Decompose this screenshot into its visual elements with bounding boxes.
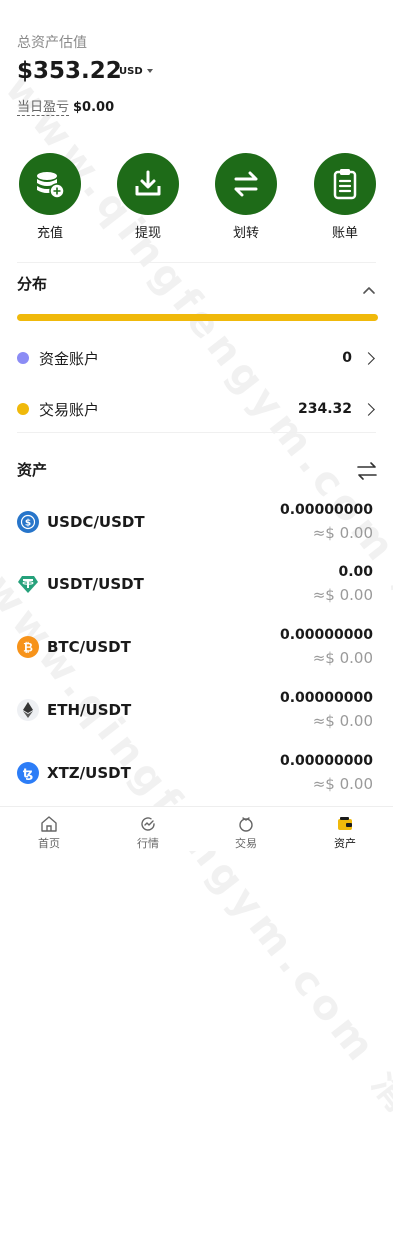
download-tray-icon: [117, 153, 179, 215]
usdt-icon: [17, 573, 39, 595]
account-name: 交易账户: [39, 400, 100, 419]
asset-row-usdt[interactable]: USDT/USDT 0.00 ≈$ 0.00: [17, 564, 375, 608]
asset-amount: 0.00000000: [280, 690, 373, 706]
tab-label: 交易: [235, 837, 257, 850]
tab-markets[interactable]: 行情: [118, 815, 178, 851]
tab-label: 资产: [334, 837, 356, 850]
collapse-toggle[interactable]: [362, 280, 376, 299]
funding-account-row[interactable]: 资金账户 0: [17, 347, 377, 369]
account-name: 资金账户: [39, 349, 100, 368]
total-assets-label: 总资产估值: [17, 35, 87, 51]
asset-pair: ETH/USDT: [47, 701, 132, 719]
svg-text:₿: ₿: [23, 641, 33, 655]
tab-label: 首页: [38, 837, 60, 850]
clipboard-icon: [314, 153, 376, 215]
asset-usd-value: ≈$ 0.00: [312, 586, 373, 604]
asset-usd-value: ≈$ 0.00: [312, 712, 373, 730]
swap-arrows-icon: [357, 462, 377, 480]
tab-label: 行情: [137, 837, 159, 850]
eth-icon: [17, 699, 39, 721]
usdc-icon: $: [17, 511, 39, 533]
asset-pair: USDC/USDT: [47, 513, 145, 531]
withdraw-button[interactable]: 提现: [117, 153, 179, 241]
chevron-up-icon: [363, 287, 375, 294]
asset-amount: 0.00000000: [280, 753, 373, 769]
home-icon: [41, 816, 57, 832]
wallet-icon: [338, 817, 352, 830]
asset-usd-value: ≈$ 0.00: [312, 649, 373, 667]
trade-icon: [239, 817, 253, 832]
daily-pnl-value: $0.00: [73, 100, 115, 115]
svg-text:ꜩ: ꜩ: [23, 767, 33, 781]
asset-pair: BTC/USDT: [47, 638, 131, 656]
account-value: 234.32: [297, 401, 352, 417]
chevron-right-icon: [362, 351, 375, 365]
legend-dot: [17, 403, 29, 415]
asset-pair: USDT/USDT: [47, 575, 144, 593]
tab-trade[interactable]: 交易: [216, 815, 276, 851]
asset-amount: 0.00: [338, 564, 373, 580]
distribution-bar: [17, 314, 378, 321]
markets-icon: [141, 817, 155, 831]
transfer-arrows-icon: [215, 153, 277, 215]
asset-amount: 0.00000000: [280, 502, 373, 518]
watermark-text: www.qingfengym.com 清风源码: [0, 66, 393, 735]
currency-selector[interactable]: USD: [119, 66, 153, 77]
divider: [17, 262, 376, 263]
svg-text:$: $: [25, 519, 31, 529]
bills-label: 账单: [331, 226, 358, 241]
divider: [17, 432, 376, 433]
trading-account-row[interactable]: 交易账户 234.32: [17, 398, 377, 420]
caret-down-icon: [146, 69, 153, 73]
deposit-button[interactable]: 充值: [19, 153, 81, 241]
total-assets-amount: $353.22: [17, 58, 122, 84]
tab-assets[interactable]: 资产: [315, 815, 375, 851]
transfer-label: 划转: [232, 226, 259, 241]
asset-row-eth[interactable]: ETH/USDT 0.00000000 ≈$ 0.00: [17, 690, 375, 734]
btc-icon: ₿: [17, 636, 39, 658]
asset-row-xtz[interactable]: ꜩ XTZ/USDT 0.00000000 ≈$ 0.00: [17, 753, 375, 797]
coins-plus-icon: [19, 153, 81, 215]
withdraw-label: 提现: [134, 226, 161, 241]
deposit-label: 充值: [36, 226, 63, 241]
account-value: 0: [342, 350, 352, 366]
bills-button[interactable]: 账单: [314, 153, 376, 241]
distribution-title: 分布: [17, 275, 48, 293]
assets-title: 资产: [17, 461, 48, 479]
asset-amount: 0.00000000: [280, 627, 373, 643]
asset-usd-value: ≈$ 0.00: [312, 524, 373, 542]
xtz-icon: ꜩ: [17, 762, 39, 784]
transfer-button[interactable]: 划转: [215, 153, 277, 241]
chevron-right-icon: [362, 402, 375, 416]
sort-toggle[interactable]: [356, 461, 378, 485]
tab-home[interactable]: 首页: [19, 815, 79, 851]
daily-pnl: 当日盈亏 $0.00: [17, 96, 115, 116]
daily-pnl-label: 当日盈亏: [17, 100, 70, 116]
legend-dot: [17, 352, 29, 364]
asset-pair: XTZ/USDT: [47, 764, 131, 782]
asset-usd-value: ≈$ 0.00: [312, 775, 373, 793]
currency-label: USD: [119, 66, 143, 77]
asset-row-usdc[interactable]: $ USDC/USDT 0.00000000 ≈$ 0.00: [17, 502, 375, 546]
asset-row-btc[interactable]: ₿ BTC/USDT 0.00000000 ≈$ 0.00: [17, 627, 375, 671]
bottom-tab-bar: 首页 行情 交易 资产: [0, 806, 393, 851]
